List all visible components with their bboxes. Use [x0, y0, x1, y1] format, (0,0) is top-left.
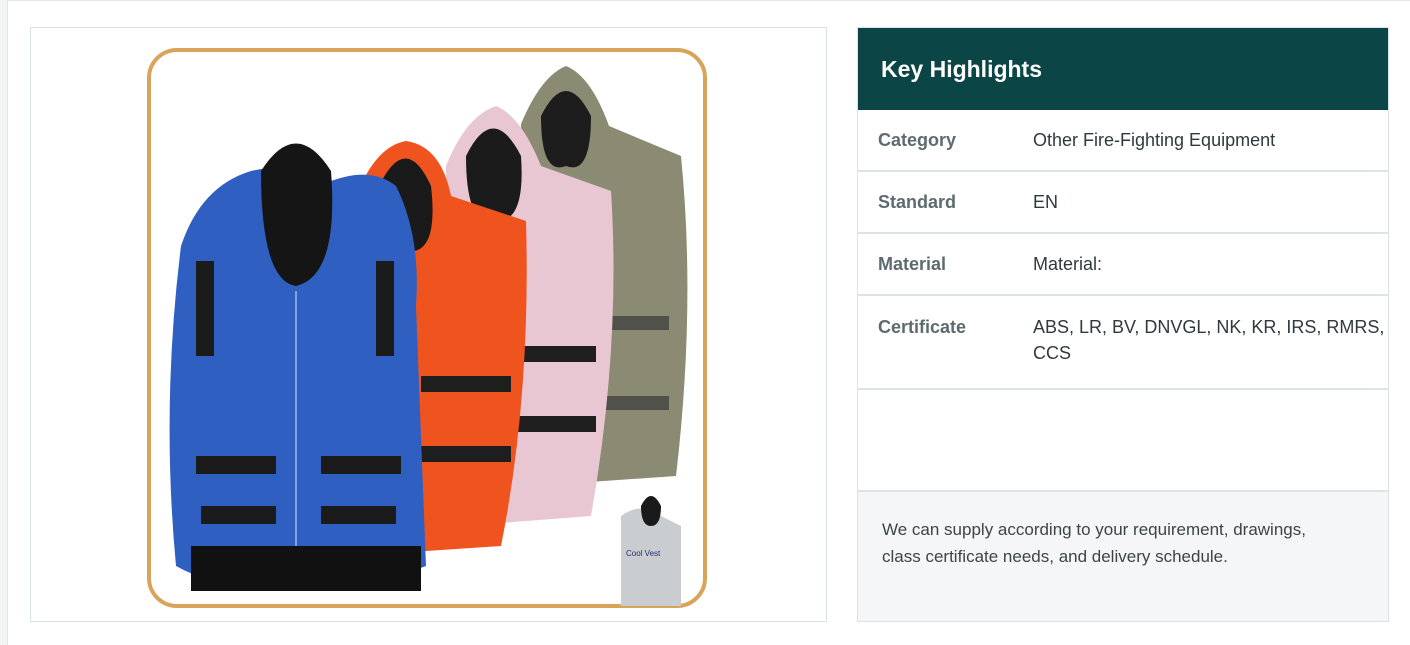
blue-vest [169, 143, 427, 591]
highlight-value: ABS, LR, BV, DNVGL, NK, KR, IRS, RMRS, C… [1033, 317, 1385, 363]
highlight-value: Material: [1033, 254, 1103, 274]
product-image-card: Cool Vest [30, 27, 827, 622]
inset-vest-label: Cool Vest [626, 549, 661, 558]
key-highlights-card: Key Highlights Category Other Fire-Fight… [857, 27, 1389, 622]
highlights-title: Key Highlights [858, 28, 1388, 110]
highlight-empty-row [858, 390, 1388, 492]
supply-note: We can supply according to your requirem… [882, 520, 1306, 566]
highlight-row-standard: Standard EN [858, 172, 1388, 234]
highlight-row-category: Category Other Fire-Fighting Equipment [858, 110, 1388, 172]
product-image: Cool Vest [147, 48, 707, 608]
highlight-key: Category [878, 129, 957, 150]
highlight-row-certificate: Certificate ABS, LR, BV, DNVGL, NK, KR, … [858, 296, 1388, 390]
highlight-key: Standard [878, 191, 957, 212]
highlight-row-material: Material Material: [858, 234, 1388, 296]
highlight-key: Certificate [878, 317, 967, 337]
highlight-value: Other Fire-Fighting Equipment [1033, 130, 1276, 150]
highlight-value: EN [1033, 192, 1059, 212]
highlight-key: Material [878, 253, 947, 274]
